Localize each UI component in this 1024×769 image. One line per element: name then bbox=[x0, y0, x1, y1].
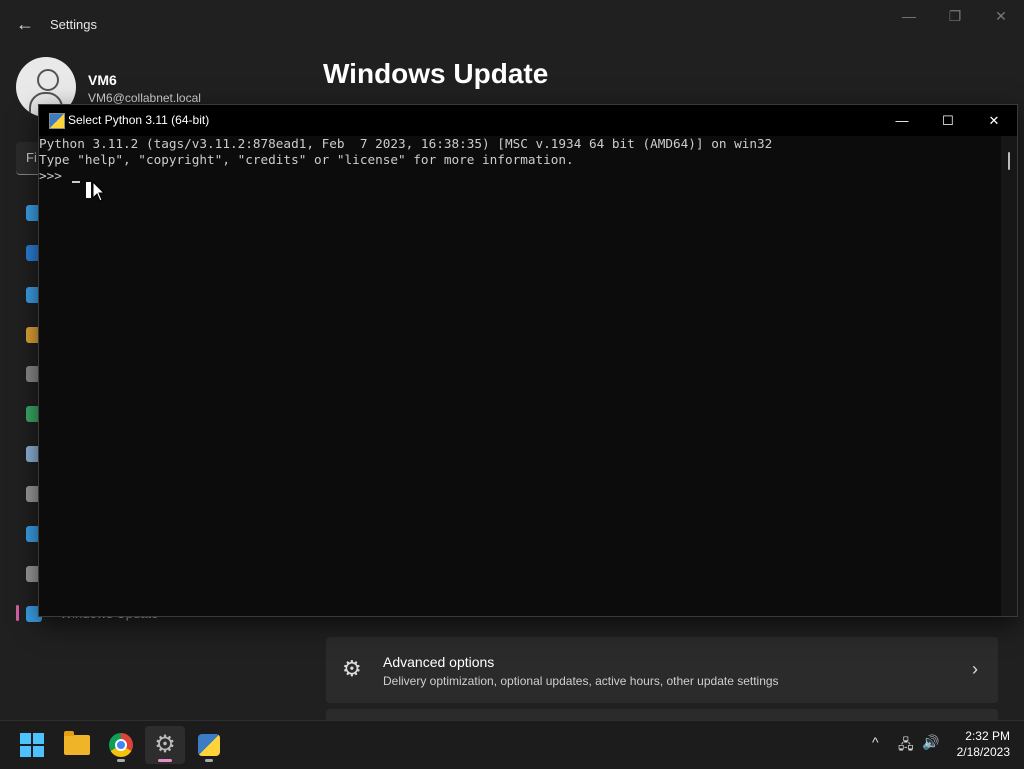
python-taskbar-button[interactable] bbox=[189, 726, 229, 764]
show-hidden-icons-chevron-icon[interactable]: ^ bbox=[872, 734, 879, 750]
settings-window-controls: — ❐ ✕ bbox=[886, 0, 1024, 32]
mouse-pointer-icon bbox=[86, 180, 106, 202]
user-name: VM6 bbox=[88, 72, 117, 88]
scrollbar-thumb[interactable] bbox=[1008, 152, 1010, 170]
start-button[interactable] bbox=[12, 726, 52, 764]
console-line-help: Type "help", "copyright", "credits" or "… bbox=[39, 152, 574, 167]
advanced-options-card[interactable]: ⚙ Advanced options Delivery optimization… bbox=[326, 637, 998, 703]
running-indicator bbox=[117, 759, 125, 762]
file-explorer-button[interactable] bbox=[57, 726, 97, 764]
active-indicator bbox=[158, 759, 172, 762]
console-title: Select Python 3.11 (64-bit) bbox=[68, 113, 210, 127]
console-text-area[interactable]: Python 3.11.2 (tags/v3.11.2:878ead1, Feb… bbox=[39, 136, 1001, 616]
settings-taskbar-button[interactable]: ⚙ bbox=[145, 726, 185, 764]
advanced-options-description: Delivery optimization, optional updates,… bbox=[383, 674, 779, 688]
python-console-icon bbox=[49, 113, 65, 129]
nav-active-indicator bbox=[16, 605, 19, 621]
console-prompt: >>> bbox=[39, 168, 70, 183]
chevron-right-icon: › bbox=[972, 659, 978, 679]
running-indicator bbox=[205, 759, 213, 762]
volume-icon[interactable]: 🔊 bbox=[922, 734, 939, 751]
user-email: VM6@collabnet.local bbox=[88, 91, 201, 105]
console-minimize-button[interactable]: — bbox=[879, 105, 925, 136]
clock[interactable]: 2:32 PM 2/18/2023 bbox=[957, 728, 1010, 760]
settings-close-button[interactable]: ✕ bbox=[978, 0, 1024, 32]
settings-maximize-button[interactable]: ❐ bbox=[932, 0, 978, 32]
find-setting-placeholder: Fi bbox=[26, 150, 37, 165]
settings-minimize-button[interactable]: — bbox=[886, 0, 932, 32]
gears-icon: ⚙ bbox=[342, 656, 362, 681]
next-settings-card[interactable] bbox=[326, 709, 998, 720]
console-scrollbar[interactable] bbox=[1001, 136, 1017, 616]
python-console-window[interactable]: Select Python 3.11 (64-bit) — ☐ ✕ Python… bbox=[38, 104, 1018, 617]
text-cursor bbox=[72, 181, 80, 183]
python-icon bbox=[198, 734, 220, 756]
avatar-head-icon bbox=[37, 69, 59, 91]
network-icon[interactable]: 🖧 bbox=[898, 734, 914, 758]
console-titlebar[interactable]: Select Python 3.11 (64-bit) — ☐ ✕ bbox=[39, 105, 1017, 136]
chrome-icon bbox=[109, 733, 133, 757]
console-window-controls: — ☐ ✕ bbox=[879, 105, 1017, 136]
console-line-banner: Python 3.11.2 (tags/v3.11.2:878ead1, Feb… bbox=[39, 136, 773, 151]
taskbar: ⚙ ^ 🖧 🔊 2:32 PM 2/18/2023 bbox=[0, 720, 1024, 769]
settings-title: Settings bbox=[50, 17, 97, 32]
advanced-options-title: Advanced options bbox=[383, 654, 495, 670]
clock-date: 2/18/2023 bbox=[956, 745, 1010, 759]
console-maximize-button[interactable]: ☐ bbox=[925, 105, 971, 136]
folder-icon bbox=[64, 731, 90, 755]
console-close-button[interactable]: ✕ bbox=[971, 105, 1017, 136]
page-title: Windows Update bbox=[323, 58, 549, 89]
back-arrow-icon[interactable]: ← bbox=[14, 14, 36, 34]
gear-icon: ⚙ bbox=[154, 731, 176, 758]
clock-time: 2:32 PM bbox=[965, 729, 1010, 743]
chrome-button[interactable] bbox=[101, 726, 141, 764]
windows-logo-icon bbox=[20, 733, 44, 757]
